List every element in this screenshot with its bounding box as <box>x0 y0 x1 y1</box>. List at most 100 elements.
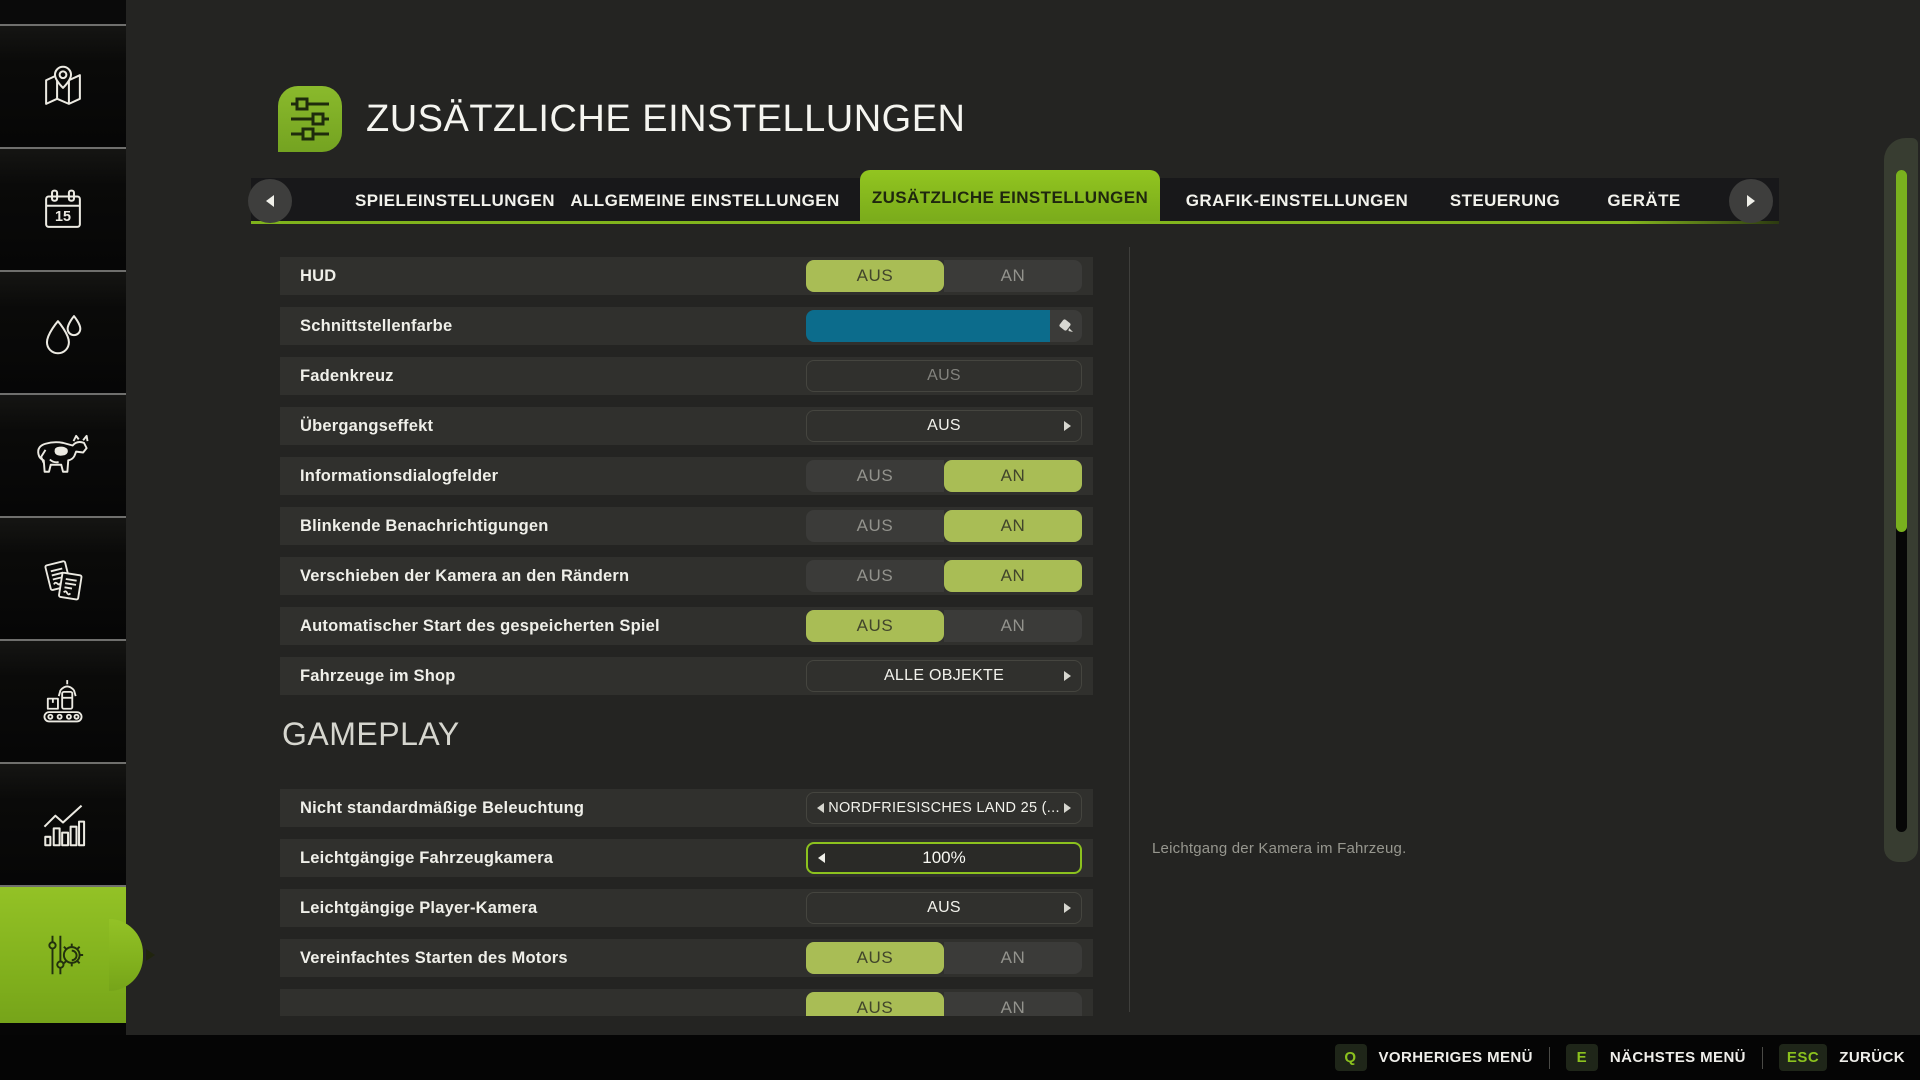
toggle-option-an[interactable]: AN <box>944 942 1082 974</box>
toggle-option-an[interactable]: AN <box>944 260 1082 292</box>
toggle-vereinfachtes-starten-des-motors[interactable]: AUSAN <box>806 942 1082 974</box>
settings-list: HUDAUSANSchnittstellenfarbeFadenkreuzAUS… <box>280 257 1093 1016</box>
select-übergangseffekt[interactable]: AUS <box>806 410 1082 442</box>
sidebar-item-map[interactable] <box>0 24 126 147</box>
sidebar-item-animals[interactable] <box>0 393 126 516</box>
toggle-option-an[interactable]: AN <box>944 992 1082 1016</box>
select-fahrzeuge-im-shop[interactable]: ALLE OBJEKTE <box>806 660 1082 692</box>
additional-settings-screen: 15 <box>0 0 1920 1080</box>
setting-label: Verschieben der Kamera an den Rändern <box>300 557 629 595</box>
next-option-icon <box>1064 671 1071 681</box>
option-value: ALLE OBJEKTE <box>884 667 1004 685</box>
setting-row: Nicht standardmäßige Beleuchtung NORDFRIE… <box>280 789 1093 827</box>
interface-color-swatch[interactable] <box>806 310 1050 342</box>
setting-label: HUD <box>300 257 336 295</box>
key-hint-label: NÄCHSTES MENÜ <box>1610 1049 1746 1066</box>
color-picker-button[interactable] <box>1050 310 1082 342</box>
toggle-option-an[interactable]: AN <box>944 460 1082 492</box>
toggle-option-an[interactable]: AN <box>944 510 1082 542</box>
select-leichtgängige-player-kamera[interactable]: AUS <box>806 892 1082 924</box>
tab-allgemeine-einstellungen[interactable]: ALLGEMEINE EINSTELLUNGEN <box>570 178 839 224</box>
setting-row: Vereinfachtes Starten des Motors AUSAN <box>280 939 1093 977</box>
toggle-option-aus[interactable]: AUS <box>806 942 944 974</box>
sidebar-item-weather[interactable] <box>0 270 126 393</box>
tabs-next-button[interactable] <box>1729 179 1773 223</box>
key-hint-esc[interactable]: ESCZURÜCK <box>1779 1044 1905 1071</box>
map-icon <box>36 60 90 114</box>
key-hint-q[interactable]: Q VORHERIGES MENÜ <box>1335 1044 1533 1071</box>
toggle-setting[interactable]: AUSAN <box>806 992 1082 1016</box>
tab-steuerung[interactable]: STEUERUNG <box>1450 178 1560 224</box>
hint-separator <box>1549 1047 1550 1069</box>
setting-label: Fahrzeuge im Shop <box>300 657 456 695</box>
paint-icon <box>1057 317 1075 335</box>
setting-row: HUD AUSAN <box>280 257 1093 295</box>
setting-row: AUSAN <box>280 989 1093 1016</box>
toggle-automatischer-start-des-gespeicherten-spiel[interactable]: AUSAN <box>806 610 1082 642</box>
contracts-icon <box>36 552 90 606</box>
toggle-blinkende-benachrichtigungen[interactable]: AUSAN <box>806 510 1082 542</box>
toggle-option-an[interactable]: AN <box>944 560 1082 592</box>
toggle-option-aus[interactable]: AUS <box>806 992 944 1016</box>
slider-leichtgängige-fahrzeugkamera[interactable]: 100% <box>806 842 1082 874</box>
key-badge: ESC <box>1779 1044 1827 1071</box>
setting-label: Vereinfachtes Starten des Motors <box>300 939 568 977</box>
tab-geräte[interactable]: GERÄTE <box>1607 178 1680 224</box>
section-header: GAMEPLAY <box>282 715 1093 753</box>
arrow-right-icon <box>1747 195 1755 207</box>
tab-spieleinstellungen[interactable]: SPIELEINSTELLUNGEN <box>355 178 555 224</box>
setting-row: Leichtgängige Player-KameraAUS <box>280 889 1093 927</box>
key-hint-label: VORHERIGES MENÜ <box>1379 1049 1533 1066</box>
toggle-option-aus[interactable]: AUS <box>806 260 944 292</box>
setting-label: Leichtgängige Fahrzeugkamera <box>300 839 553 877</box>
setting-label: Informationsdialogfelder <box>300 457 498 495</box>
setting-row: Informationsdialogfelder AUSAN <box>280 457 1093 495</box>
key-hint-e[interactable]: ENÄCHSTES MENÜ <box>1566 1044 1746 1071</box>
toggle-option-aus[interactable]: AUS <box>806 610 944 642</box>
decrease-value-icon <box>818 853 825 863</box>
toggle-option-aus[interactable]: AUS <box>806 560 944 592</box>
finance-chart-icon <box>36 798 90 852</box>
page-title: ZUSÄTZLICHE EINSTELLUNGEN <box>366 98 966 141</box>
key-badge: Q <box>1335 1044 1367 1071</box>
option-value: AUS <box>927 417 961 435</box>
toggle-option-aus[interactable]: AUS <box>806 510 944 542</box>
sidebar-item-finances[interactable] <box>0 762 126 885</box>
setting-label: Übergangseffekt <box>300 407 433 445</box>
svg-text:15: 15 <box>55 208 71 224</box>
tabs-prev-button[interactable] <box>248 179 292 223</box>
setting-label: Fadenkreuz <box>300 357 394 395</box>
scrollbar-thumb[interactable] <box>1896 170 1907 532</box>
cow-icon <box>35 428 91 484</box>
setting-row: Automatischer Start des gespeicherten Sp… <box>280 607 1093 645</box>
sidebar: 15 <box>0 0 126 1080</box>
toggle-informationsdialogfelder[interactable]: AUSAN <box>806 460 1082 492</box>
next-option-icon <box>1064 421 1071 431</box>
select-nicht-standardmä-ige-beleuchtung[interactable]: NORDFRIESISCHES LAND 25 (... <box>806 792 1082 824</box>
toggle-hud[interactable]: AUSAN <box>806 260 1082 292</box>
sidebar-item-contracts[interactable] <box>0 516 126 639</box>
hint-separator <box>1762 1047 1763 1069</box>
option-value: NORDFRIESISCHES LAND 25 (... <box>828 800 1060 816</box>
option-value: AUS <box>927 367 961 385</box>
sidebar-item-production[interactable] <box>0 639 126 762</box>
tab-zusätzliche-einstellungen[interactable]: ZUSÄTZLICHE EINSTELLUNGEN <box>860 170 1160 224</box>
sidebar-item-settings[interactable] <box>0 885 126 1023</box>
setting-label: Nicht standardmäßige Beleuchtung <box>300 789 584 827</box>
setting-row: Verschieben der Kamera an den Rändern AUS… <box>280 557 1093 595</box>
toggle-option-an[interactable]: AN <box>944 610 1082 642</box>
setting-row: Fadenkreuz AUS <box>280 357 1093 395</box>
page-icon-sliders <box>278 86 342 152</box>
slider-value: 100% <box>922 848 965 868</box>
toggle-option-aus[interactable]: AUS <box>806 460 944 492</box>
tab-grafik-einstellungen[interactable]: GRAFIK-EINSTELLUNGEN <box>1186 178 1408 224</box>
setting-row: Blinkende Benachrichtigungen AUSAN <box>280 507 1093 545</box>
toggle-verschieben-der-kamera-an-den-rändern[interactable]: AUSAN <box>806 560 1082 592</box>
setting-label: Blinkende Benachrichtigungen <box>300 507 549 545</box>
tab-bar: SPIELEINSTELLUNGEN ALLGEMEINE EINSTELLUNG… <box>251 170 1779 224</box>
prev-option-icon <box>817 803 824 813</box>
arrow-left-icon <box>266 195 274 207</box>
setting-row: Übergangseffekt AUS <box>280 407 1093 445</box>
sidebar-item-calendar[interactable]: 15 <box>0 147 126 270</box>
footer-keybar: Q VORHERIGES MENÜ ENÄCHSTES MENÜ ESCZURÜCK <box>0 1035 1920 1080</box>
